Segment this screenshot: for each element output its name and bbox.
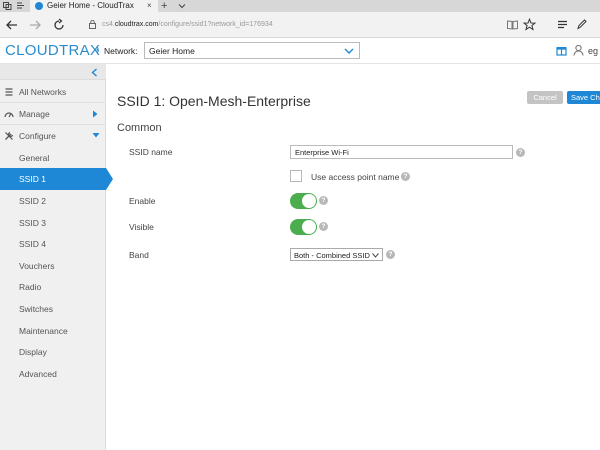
sidebar-subitem-advanced[interactable]: Advanced — [0, 363, 106, 385]
sidebar-subitem-maintenance[interactable]: Maintenance — [0, 320, 106, 342]
caret-right-icon — [93, 110, 98, 118]
sidebar-collapse-button[interactable] — [0, 64, 106, 80]
sidebar-subitem-label: Maintenance — [19, 326, 68, 336]
cloudtrax-logo[interactable]: CLOUDTRAX — [5, 43, 100, 59]
section-heading-common: Common — [117, 122, 162, 134]
caret-down-icon — [92, 133, 100, 138]
cloudtrax-favicon-icon — [35, 2, 43, 10]
help-icon[interactable]: ? — [319, 222, 328, 231]
tab-close-icon[interactable]: × — [147, 1, 152, 11]
address-bar[interactable]: cs4.cloudtrax.com/configure/ssid1?networ… — [102, 20, 273, 30]
app-header: CLOUDTRAX Network: Geier Home eg — [0, 38, 600, 64]
sidebar-subitem-label: Display — [19, 347, 47, 357]
network-select[interactable]: Geier Home — [144, 42, 360, 59]
sidebar-subitem-vouchers[interactable]: Vouchers — [0, 255, 106, 277]
new-tab-button[interactable]: + — [161, 0, 167, 12]
enable-label: Enable — [129, 196, 156, 206]
sidebar-subitem-label: General — [19, 153, 50, 163]
user-account-icon[interactable] — [573, 44, 584, 56]
use-access-point-name-label: Use access point name — [311, 172, 400, 182]
sidebar-subitem-label: SSID 2 — [19, 196, 46, 206]
sidebar-item-manage[interactable]: Manage — [0, 103, 106, 125]
tabs-aside-icon[interactable] — [16, 1, 25, 10]
visible-toggle[interactable] — [290, 219, 317, 235]
tools-icon — [5, 131, 14, 140]
ssid-name-label: SSID name — [129, 147, 173, 157]
ssid-name-input[interactable]: Enterprise Wi-Fi — [290, 145, 513, 159]
chevron-left-icon — [91, 68, 97, 77]
favorite-star-icon[interactable] — [523, 18, 536, 31]
sidebar-subitem-ssid3[interactable]: SSID 3 — [0, 212, 106, 234]
network-select-value: Geier Home — [149, 46, 195, 56]
tab-preview-icon[interactable] — [3, 1, 12, 10]
band-select-value: Both - Combined SSID — [294, 251, 370, 260]
help-icon[interactable]: ? — [401, 172, 410, 181]
refresh-icon[interactable] — [52, 18, 66, 32]
lock-icon — [89, 20, 96, 29]
sidebar-subitem-label: SSID 4 — [19, 239, 46, 249]
help-icon[interactable]: ? — [386, 250, 395, 259]
sidebar-subitem-label: Radio — [19, 282, 42, 292]
page-title: SSID 1: Open-Mesh-Enterprise — [117, 93, 311, 109]
logo-wifi-mark-icon — [96, 46, 99, 54]
sidebar-subitem-general[interactable]: General — [0, 147, 106, 169]
toggle-knob — [302, 194, 316, 208]
save-changes-button[interactable]: Save Changes — [567, 91, 600, 104]
sidebar-subitem-switches[interactable]: Switches — [0, 298, 106, 320]
sidebar-subitem-label: Advanced — [19, 369, 57, 379]
sidebar-item-label: Configure — [19, 131, 56, 141]
browser-tab-active[interactable]: Geier Home - CloudTrax × — [30, 0, 158, 12]
tab-list-chevron-icon[interactable] — [178, 2, 186, 10]
sidebar-subitem-ssid2[interactable]: SSID 2 — [0, 190, 106, 212]
enable-toggle[interactable] — [290, 193, 317, 209]
sidebar-subitem-label: Switches — [19, 304, 54, 314]
ssid-name-value: Enterprise Wi-Fi — [295, 148, 349, 157]
chevron-down-icon — [372, 253, 379, 258]
gauge-icon — [4, 112, 14, 118]
band-select[interactable]: Both - Combined SSID — [290, 248, 383, 261]
sidebar-item-configure[interactable]: Configure — [0, 125, 106, 147]
sidebar-subitem-label: SSID 3 — [19, 218, 46, 228]
forward-arrow-icon[interactable] — [28, 18, 42, 32]
sidebar-subitem-display[interactable]: Display — [0, 341, 106, 363]
sidebar-subitem-radio[interactable]: Radio — [0, 276, 106, 298]
band-label: Band — [129, 250, 149, 260]
sidebar-item-label: Manage — [19, 109, 50, 119]
active-pointer-arrow — [106, 168, 113, 190]
sidebar: All Networks Manage Configure General SS… — [0, 64, 113, 450]
help-icon[interactable]: ? — [319, 196, 328, 205]
toggle-knob — [302, 220, 316, 234]
address-prefix: cs4. — [102, 21, 115, 28]
help-icon[interactable]: ? — [516, 148, 525, 157]
chevron-down-icon — [344, 48, 354, 54]
sidebar-subitem-ssid1[interactable]: SSID 1 — [0, 168, 113, 190]
sidebar-subitem-label: Vouchers — [19, 261, 55, 271]
sidebar-item-label: All Networks — [19, 87, 67, 97]
tab-title: Geier Home - CloudTrax — [47, 1, 134, 10]
gift-notification-icon[interactable] — [556, 44, 567, 56]
sidebar-item-all-networks[interactable]: All Networks — [0, 81, 106, 103]
sidebar-subitem-ssid4[interactable]: SSID 4 — [0, 233, 106, 255]
network-label: Network: — [104, 46, 138, 56]
browser-tab-bar: Geier Home - CloudTrax × + — [0, 0, 600, 12]
visible-label: Visible — [129, 222, 154, 232]
browser-nav-bar: cs4.cloudtrax.com/configure/ssid1?networ… — [0, 12, 600, 38]
address-path: /configure/ssid1?network_id=176934 — [158, 21, 273, 28]
use-access-point-name-checkbox[interactable] — [290, 170, 302, 182]
back-arrow-icon[interactable] — [5, 18, 19, 32]
sidebar-subitem-label: SSID 1 — [19, 174, 46, 184]
address-domain: cloudtrax.com — [114, 21, 159, 28]
web-note-pen-icon[interactable] — [575, 18, 588, 31]
user-name[interactable]: eg — [588, 46, 598, 56]
hub-menu-icon[interactable] — [556, 18, 569, 31]
cancel-button[interactable]: Cancel — [527, 91, 563, 104]
reading-view-icon[interactable] — [506, 18, 519, 31]
list-icon — [5, 88, 13, 96]
